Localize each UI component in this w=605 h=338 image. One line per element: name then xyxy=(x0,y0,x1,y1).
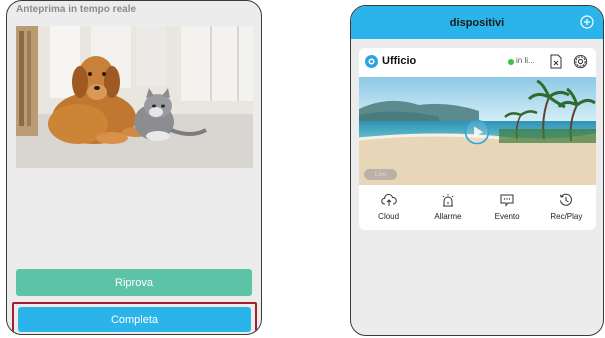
cloud-upload-icon xyxy=(380,193,397,206)
action-label: Rec/Play xyxy=(550,212,583,221)
device-status: in li... xyxy=(516,56,535,65)
camera-device-icon xyxy=(365,55,378,68)
device-card[interactable]: Ufficio in li... Live Cloud Allarme Even… xyxy=(359,48,596,230)
action-recplay[interactable]: Rec/Play xyxy=(537,188,596,228)
action-label: Evento xyxy=(494,212,520,221)
device-actions: Cloud Allarme Evento Rec/Play xyxy=(359,188,596,228)
complete-button-highlight: Completa xyxy=(12,302,257,334)
history-icon xyxy=(560,193,573,206)
settings-gear-icon[interactable] xyxy=(573,54,588,69)
header-title: dispositivi xyxy=(449,16,505,29)
add-device-icon[interactable] xyxy=(580,15,594,29)
preview-title: Anteprima in tempo reale xyxy=(16,4,137,15)
action-label: Allarme xyxy=(434,212,462,221)
live-view-thumbnail[interactable]: Live xyxy=(359,77,596,185)
complete-button[interactable]: Completa xyxy=(18,307,251,332)
preview-screen: Anteprima in tempo reale Riprova Complet… xyxy=(6,0,262,335)
action-cloud[interactable]: Cloud xyxy=(359,188,418,228)
live-badge: Live xyxy=(364,169,397,180)
action-alarm[interactable]: Allarme xyxy=(418,188,477,228)
play-icon[interactable] xyxy=(464,119,490,145)
device-name: Ufficio xyxy=(382,55,417,67)
sd-card-icon[interactable] xyxy=(550,54,562,69)
action-label: Cloud xyxy=(378,212,400,221)
alarm-icon xyxy=(442,194,454,207)
device-card-header: Ufficio in li... xyxy=(359,48,596,76)
event-icon xyxy=(500,194,514,207)
retry-button[interactable]: Riprova xyxy=(16,269,252,296)
camera-preview-image xyxy=(16,26,253,168)
action-event[interactable]: Evento xyxy=(478,188,537,228)
online-status-dot xyxy=(508,59,514,65)
app-header: dispositivi xyxy=(351,6,603,39)
devices-screen: dispositivi Ufficio in li... Live Cloud … xyxy=(350,5,604,336)
